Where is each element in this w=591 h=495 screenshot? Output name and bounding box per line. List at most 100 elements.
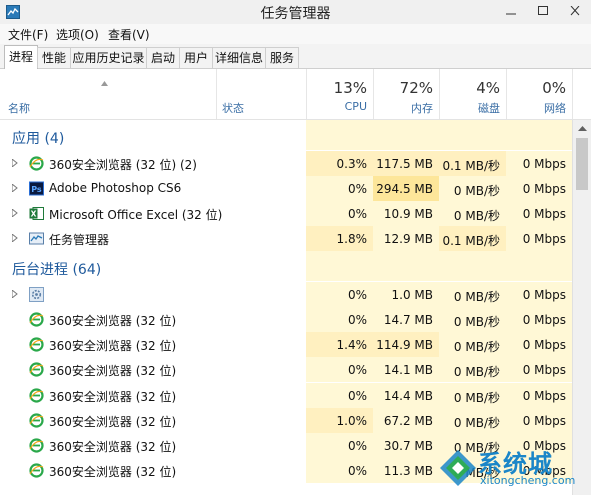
disk-cell: 0 MB/秒: [439, 407, 506, 433]
network-value: 0 Mbps: [522, 232, 566, 247]
cpu-cell: 0%: [306, 357, 373, 383]
close-button[interactable]: [559, 0, 591, 22]
process-row[interactable]: 1.8% 12.9 MB 0.1 MB/秒 0 Mbps 任务管理器: [0, 226, 572, 252]
tab-performance[interactable]: 性能: [37, 47, 71, 68]
menu-view[interactable]: 查看(V): [108, 26, 150, 43]
disk-value: 0.1 MB/秒: [442, 158, 500, 173]
network-value: 0 Mbps: [522, 413, 566, 428]
memory-cell: 294.5 MB: [373, 175, 439, 201]
cpu-cell: 1.0%: [306, 407, 373, 433]
cpu-value: 0%: [347, 388, 367, 403]
memory-value: 14.7 MB: [383, 313, 433, 327]
expand-arrow-icon[interactable]: [12, 234, 18, 243]
memory-column-header[interactable]: 72% 内存: [373, 69, 440, 119]
title-bar: 任务管理器: [0, 0, 591, 25]
cpu-value: 0%: [347, 363, 367, 378]
process-row[interactable]: 0% 14.4 MB 0 MB/秒 0 Mbps 360安全浏览器 (32 位): [0, 382, 572, 408]
network-value: 0 Mbps: [522, 363, 566, 378]
tab-users[interactable]: 用户: [179, 47, 213, 68]
group-header[interactable]: 后台进程 (64): [0, 251, 572, 282]
memory-value: 67.2 MB: [383, 413, 433, 428]
process-row[interactable]: 0.3% 117.5 MB 0.1 MB/秒 0 Mbps 360安全浏览器 (32 位…: [0, 150, 572, 176]
expand-arrow-icon[interactable]: [12, 208, 18, 217]
expand-arrow-icon[interactable]: [12, 289, 18, 298]
minimize-button[interactable]: [495, 0, 527, 22]
cpu-cell: 0%: [306, 382, 373, 408]
memory-cell: 14.7 MB: [373, 307, 439, 332]
disk-value: 0 MB/秒: [453, 183, 500, 198]
memory-cell: 12.9 MB: [373, 226, 439, 252]
process-row[interactable]: 0% 14.7 MB 0 MB/秒 0 Mbps 360安全浏览器 (32 位): [0, 307, 572, 332]
disk-column-label: 磁盘: [478, 102, 500, 115]
excel-icon: X: [29, 206, 44, 221]
network-cell: 0 Mbps: [506, 175, 572, 201]
memory-cell: 67.2 MB: [373, 407, 439, 433]
disk-cell: 0 MB/秒: [439, 357, 506, 383]
column-header: 名称 状态 13% CPU 72% 内存 4% 磁盘 0% 网络: [0, 69, 591, 120]
memory-value: 117.5 MB: [376, 156, 433, 171]
memory-cell: [373, 251, 439, 282]
process-row[interactable]: 0% 294.5 MB 0 MB/秒 0 Mbps Ps Adobe Photoshop …: [0, 175, 572, 201]
process-name: 360安全浏览器 (32 位): [49, 314, 177, 328]
maximize-button[interactable]: [527, 0, 559, 22]
ie-browser-icon: [29, 337, 44, 352]
maximize-icon: [538, 6, 548, 15]
network-cell: 0 Mbps: [506, 382, 572, 408]
process-row[interactable]: 0% 14.1 MB 0 MB/秒 0 Mbps 360安全浏览器 (32 位): [0, 357, 572, 383]
disk-cell: 0 MB/秒: [439, 307, 506, 332]
process-row[interactable]: 1.4% 114.9 MB 0 MB/秒 0 Mbps 360安全浏览器 (32 位): [0, 332, 572, 358]
minimize-icon: [506, 13, 516, 15]
disk-value: 0 MB/秒: [453, 289, 500, 304]
status-column-label: 状态: [222, 102, 244, 115]
memory-value: 114.9 MB: [376, 338, 433, 353]
ie-browser-icon: [29, 155, 44, 171]
status-column-header[interactable]: 状态: [216, 69, 307, 119]
svg-text:Ps: Ps: [31, 185, 42, 194]
cpu-value: 0.3%: [336, 156, 368, 171]
cpu-value: 0%: [347, 464, 367, 479]
photoshop-icon: Ps: [29, 181, 44, 196]
memory-value: 12.9 MB: [383, 232, 433, 247]
process-name: 360安全浏览器 (32 位): [49, 465, 177, 480]
memory-cell: 30.7 MB: [373, 433, 439, 458]
network-total-percent: 0%: [542, 79, 566, 97]
name-column-header[interactable]: 名称: [0, 69, 217, 119]
tab-processes[interactable]: 进程: [4, 45, 38, 69]
menu-file[interactable]: 文件(F): [8, 26, 48, 43]
menu-options[interactable]: 选项(O): [56, 26, 99, 43]
cpu-cell: 0%: [306, 433, 373, 458]
cpu-column-label: CPU: [344, 100, 367, 113]
task-manager-window: 任务管理器 文件(F) 选项(O) 查看(V) 进程 性能 应用历史记录 启动 …: [0, 0, 591, 495]
cpu-column-header[interactable]: 13% CPU: [306, 69, 374, 119]
disk-column-header[interactable]: 4% 磁盘: [439, 69, 507, 119]
tab-startup[interactable]: 启动: [146, 47, 180, 68]
disk-total-percent: 4%: [476, 79, 500, 97]
network-cell: 0 Mbps: [506, 407, 572, 433]
memory-value: 14.4 MB: [383, 388, 433, 403]
scroll-thumb[interactable]: [576, 138, 588, 190]
cpu-value: 0%: [347, 439, 367, 453]
tab-details[interactable]: 详细信息: [212, 47, 266, 68]
memory-cell: 1.0 MB: [373, 281, 439, 307]
group-title: 后台进程 (64): [12, 262, 102, 279]
group-header[interactable]: 应用 (4): [0, 120, 572, 150]
expand-arrow-icon[interactable]: [12, 183, 18, 192]
vertical-scrollbar[interactable]: [572, 120, 591, 495]
process-row[interactable]: 0% 10.9 MB 0 MB/秒 0 Mbps X Microsoft Office E…: [0, 200, 572, 226]
memory-cell: 117.5 MB: [373, 150, 439, 176]
process-name: 任务管理器: [49, 233, 110, 248]
network-column-header[interactable]: 0% 网络: [506, 69, 573, 119]
network-column-label: 网络: [544, 102, 566, 115]
process-row[interactable]: 1.0% 67.2 MB 0 MB/秒 0 Mbps 360安全浏览器 (32 位): [0, 407, 572, 433]
expand-arrow-icon[interactable]: [12, 158, 18, 167]
tab-app-history[interactable]: 应用历史记录: [70, 47, 147, 68]
cpu-cell: 0%: [306, 307, 373, 332]
disk-value: 0.1 MB/秒: [442, 234, 500, 249]
process-row[interactable]: 0% 1.0 MB 0 MB/秒 0 Mbps: [0, 281, 572, 307]
disk-cell: 0 MB/秒: [439, 175, 506, 201]
tab-bar: 进程 性能 应用历史记录 启动 用户 详细信息 服务: [0, 44, 591, 69]
process-name: 360安全浏览器 (32 位): [49, 339, 177, 354]
tab-services[interactable]: 服务: [265, 47, 299, 68]
network-cell: 0 Mbps: [506, 332, 572, 358]
scroll-up-icon[interactable]: [573, 120, 591, 136]
